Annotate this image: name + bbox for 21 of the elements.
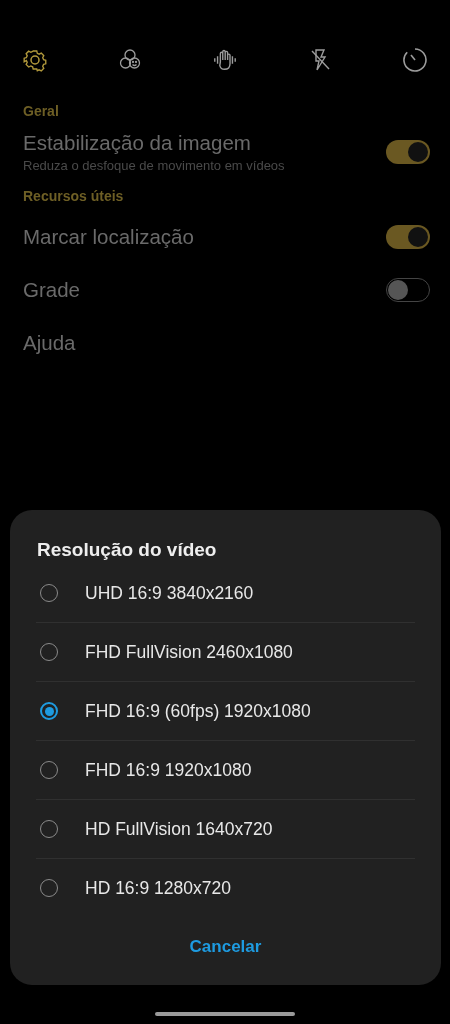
cancel-button[interactable]: Cancelar [179,931,272,963]
option-label[interactable]: FHD 16:9 1920x1080 [85,759,252,781]
toggle-switch[interactable] [386,224,430,249]
option-label[interactable]: HD FullVision 1640x720 [85,818,273,840]
hand-icon[interactable] [212,47,238,73]
option-label[interactable]: UHD 16:9 3840x2160 [85,582,254,604]
option-label[interactable]: FHD 16:9 (60fps) 1920x1080 [85,700,311,722]
setting-label[interactable]: Ajuda [23,330,76,355]
setting-label: Grade [23,277,80,302]
setting-label: Marcar localização [23,224,194,249]
option-label[interactable]: FHD FullVision 2460x1080 [85,641,293,663]
section-header: Recursos úteis [23,188,125,206]
option-label[interactable]: HD 16:9 1280x720 [85,877,231,899]
setting-label: Estabilização da imagem [23,130,252,155]
settings-icon[interactable] [22,47,48,73]
section-header: Geral [23,103,60,121]
radio-button[interactable] [40,702,58,720]
toggle-switch[interactable] [386,139,430,164]
setting-description: Reduza o desfoque de movimento em vídeos [23,157,285,173]
timer-icon[interactable] [402,47,428,73]
dialog-title: Resolução do vídeo [37,539,218,562]
